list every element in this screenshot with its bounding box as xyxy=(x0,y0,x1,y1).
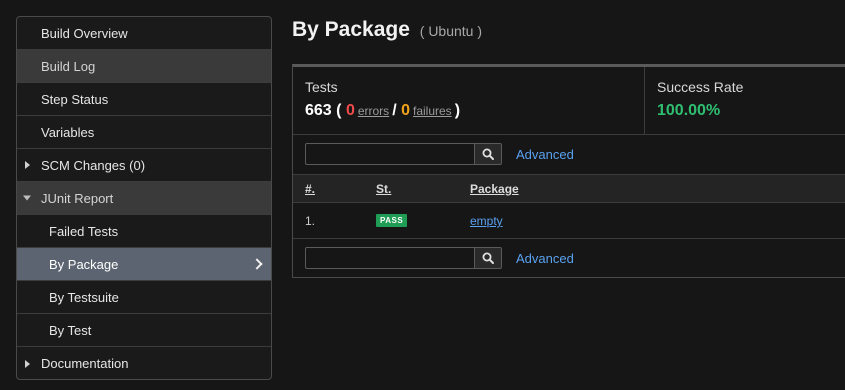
sidebar-item-label: Build Overview xyxy=(41,25,128,41)
caret-right-icon xyxy=(25,359,30,368)
success-rate-label: Success Rate xyxy=(657,79,744,95)
tests-label: Tests xyxy=(305,79,338,95)
search-button[interactable] xyxy=(474,143,502,165)
caret-down-icon xyxy=(23,195,31,201)
stats-bar: Tests 663 ( 0 errors/ 0 failures) Success … xyxy=(293,67,845,135)
sidebar-item-label: By Test xyxy=(49,322,92,338)
sidebar-item-variables[interactable]: Variables xyxy=(17,116,271,149)
sidebar-item-scm-changes[interactable]: SCM Changes (0) xyxy=(17,149,271,182)
status-badge: PASS xyxy=(376,214,408,227)
sidebar-item-by-test[interactable]: By Test xyxy=(17,314,271,347)
sidebar-item-by-testsuite[interactable]: By Testsuite xyxy=(17,281,271,314)
row-number: 1. xyxy=(305,214,316,228)
search-bar-top: Advanced xyxy=(305,143,574,165)
table-header: #. St. Package xyxy=(293,174,845,203)
column-header-status[interactable]: St. xyxy=(376,182,391,196)
tests-stat: Tests 663 ( 0 errors/ 0 failures) xyxy=(305,79,460,120)
errors-link[interactable]: errors xyxy=(358,104,389,118)
search-bar-bottom: Advanced xyxy=(305,247,574,269)
caret-right-icon xyxy=(25,161,30,169)
page-subtitle: ( Ubuntu ) xyxy=(419,23,483,39)
column-header-package[interactable]: Package xyxy=(470,182,519,196)
search-input[interactable] xyxy=(305,247,474,269)
sidebar-item-failed-tests[interactable]: Failed Tests xyxy=(17,215,271,248)
close-paren: ) xyxy=(454,102,461,119)
sidebar-item-label: By Package xyxy=(49,256,119,272)
sidebar-item-step-status[interactable]: Step Status xyxy=(17,83,271,116)
sidebar-item-junit-report[interactable]: JUnit Report xyxy=(17,182,271,215)
page-title-text: By Package xyxy=(292,18,410,41)
advanced-search-link[interactable]: Advanced xyxy=(516,147,574,162)
chevron-right-icon xyxy=(251,258,263,270)
sidebar-item-build-overview[interactable]: Build Overview xyxy=(17,17,271,50)
sidebar-item-label: Documentation xyxy=(41,356,129,371)
search-input[interactable] xyxy=(305,143,474,165)
sidebar-item-documentation[interactable]: Documentation xyxy=(17,347,271,379)
column-header-number[interactable]: #. xyxy=(305,182,315,196)
sidebar-item-label: Failed Tests xyxy=(49,223,119,239)
failures-link[interactable]: failures xyxy=(413,104,452,118)
tests-value: 663 ( 0 errors/ 0 failures) xyxy=(305,102,460,120)
search-icon xyxy=(482,252,494,264)
page-title: By Package ( Ubuntu ) xyxy=(292,18,482,42)
table-row: 1. PASS empty xyxy=(293,203,845,239)
sidebar-item-build-log[interactable]: Build Log xyxy=(17,50,271,83)
success-rate-value: 100.00% xyxy=(657,102,721,119)
sidebar-item-label: Step Status xyxy=(41,91,109,107)
package-link[interactable]: empty xyxy=(470,214,503,228)
stats-divider xyxy=(644,67,645,135)
success-rate-stat: Success Rate 100.00% xyxy=(657,79,743,120)
tests-total: 663 xyxy=(305,102,332,119)
sidebar-item-label: Variables xyxy=(41,124,95,140)
search-icon xyxy=(482,148,494,160)
count-separator: / xyxy=(392,102,397,119)
open-paren: ( xyxy=(336,102,342,119)
sidebar-item-by-package[interactable]: By Package xyxy=(17,248,271,281)
sidebar-nav: Build Overview Build Log Step Status Var… xyxy=(16,16,272,380)
sidebar-item-label: JUnit Report xyxy=(41,190,114,206)
advanced-search-link[interactable]: Advanced xyxy=(516,251,574,266)
errors-count: 0 xyxy=(345,102,355,119)
sidebar-item-label: Build Log xyxy=(41,58,96,74)
report-panel: Tests 663 ( 0 errors/ 0 failures) Success … xyxy=(292,64,845,278)
sidebar-item-label: By Testsuite xyxy=(49,289,119,305)
sidebar-item-label: SCM Changes (0) xyxy=(41,157,146,173)
failures-count: 0 xyxy=(401,102,410,119)
search-button[interactable] xyxy=(474,247,502,269)
